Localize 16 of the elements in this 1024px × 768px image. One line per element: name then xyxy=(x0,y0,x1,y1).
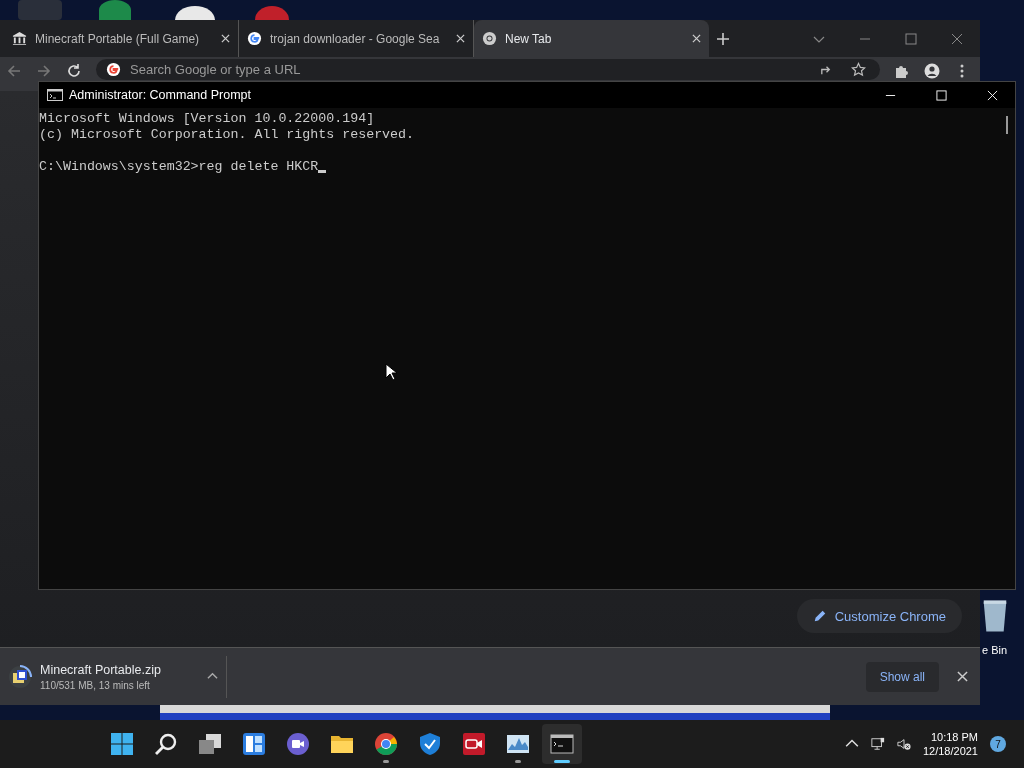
clock-date: 12/18/2021 xyxy=(922,745,978,757)
window-title: Administrator: Command Prompt xyxy=(69,88,251,102)
show-all-button[interactable]: Show all xyxy=(865,661,939,692)
command-line[interactable]: C:\Windows\system32>reg delete HKCR xyxy=(39,159,319,175)
browser-tab[interactable]: New Tab xyxy=(474,20,709,57)
download-item[interactable]: Minecraft Portable.zip 110/531 MB, 13 mins left xyxy=(8,655,227,698)
address-bar[interactable]: Search Google or type a URL xyxy=(96,59,880,80)
console-output-line: (c) Microsoft Corporation. All rights reserved. xyxy=(39,127,416,143)
download-status: 110/531 MB, 13 mins left xyxy=(40,679,151,691)
clock[interactable]: 10:18 PM 12/18/2021 xyxy=(922,731,978,757)
clock-time: 10:18 PM xyxy=(930,731,978,743)
customize-chrome-button[interactable]: Customize Chrome xyxy=(796,599,962,633)
console-output-line: Microsoft Windows [Version 10.0.22000.194] xyxy=(39,111,376,127)
notification-badge[interactable]: 7 xyxy=(990,736,1006,752)
download-filename: Minecraft Portable.zip xyxy=(40,662,162,677)
desktop-icon-label[interactable]: e Bin xyxy=(982,644,1008,656)
